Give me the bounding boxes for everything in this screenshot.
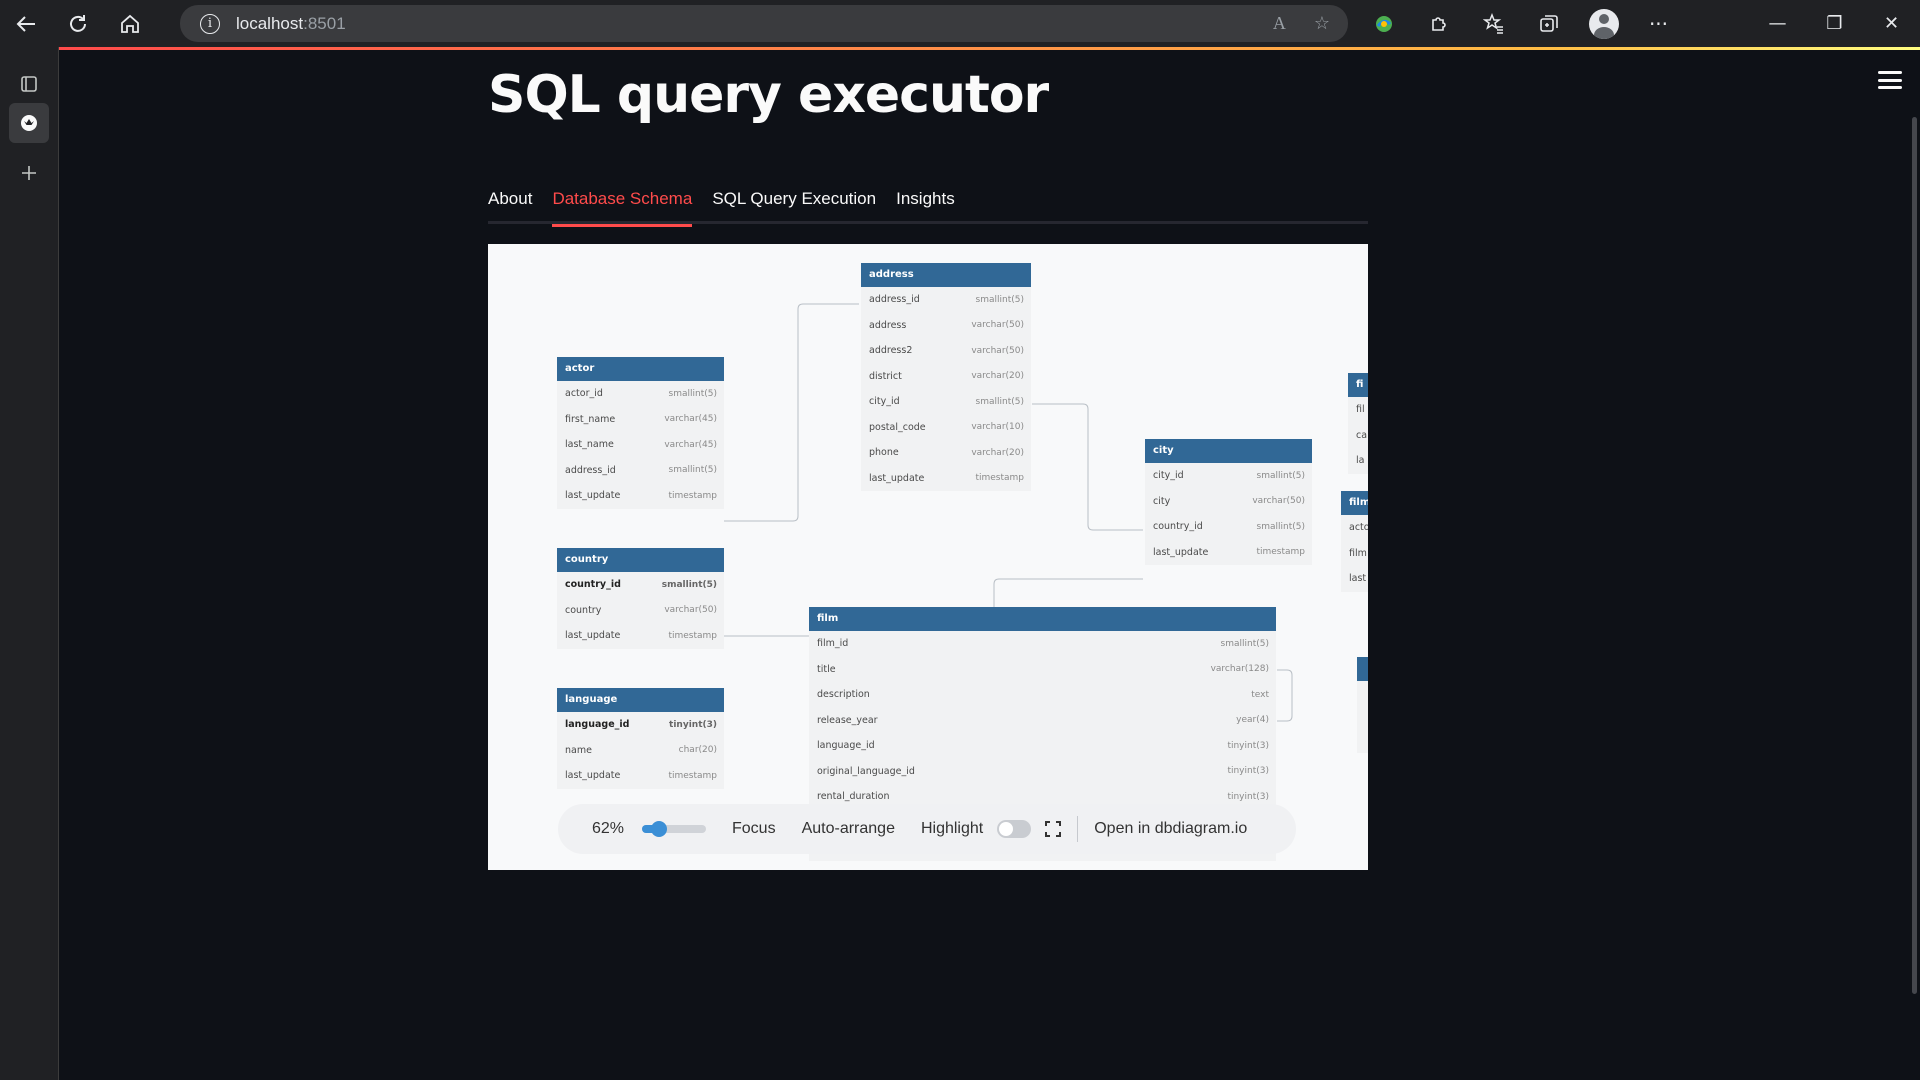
table-row: country_id smallint(5)	[565, 579, 717, 591]
refresh-icon[interactable]	[52, 0, 104, 47]
table-row: original_language_id tinyint(3)	[817, 765, 1269, 777]
zoom-level: 62%	[592, 820, 625, 837]
table-row: ca	[1356, 429, 1368, 441]
table-row: city_id smallint(5)	[869, 396, 1024, 408]
table-header: fi	[1348, 373, 1368, 397]
minimize-button[interactable]: —	[1749, 0, 1806, 47]
zoom-slider[interactable]	[642, 821, 706, 837]
extension-icon[interactable]	[1356, 0, 1411, 47]
table-row: address_id smallint(5)	[565, 464, 717, 476]
table-row: name char(20)	[565, 744, 717, 756]
table-row: last_update timestamp	[565, 630, 717, 642]
table-header: language	[557, 688, 724, 712]
table-row: postal_code varchar(10)	[869, 421, 1024, 433]
table-row: last_update timestamp	[565, 770, 717, 782]
table-header: film	[809, 607, 1276, 631]
table-clipped-middle[interactable]: film acto film last	[1341, 491, 1368, 592]
table-row: first_name varchar(45)	[565, 413, 717, 425]
table-row: title varchar(128)	[817, 663, 1269, 675]
highlight-toggle[interactable]	[997, 820, 1032, 838]
table-header: country	[557, 548, 724, 572]
table-header	[1357, 657, 1368, 681]
table-header: actor	[557, 357, 724, 381]
info-icon[interactable]: i	[200, 13, 220, 34]
table-row: country varchar(50)	[565, 604, 717, 616]
table-row: release_year year(4)	[817, 714, 1269, 726]
read-aloud-icon[interactable]: A	[1273, 13, 1286, 34]
add-favorite-icon[interactable]: ☆	[1314, 13, 1330, 34]
fullscreen-icon[interactable]	[1045, 821, 1062, 837]
diagram-controls: 62% Focus Auto-arrange Highlight Open in…	[558, 804, 1296, 854]
table-clipped-top[interactable]: fi fil ca la	[1348, 373, 1368, 474]
vertical-tab-rail	[0, 47, 59, 1080]
table-row: la	[1356, 455, 1365, 467]
puzzle-icon[interactable]	[1411, 0, 1466, 47]
table-row: address2 varchar(50)	[869, 345, 1024, 357]
table-row: film_id smallint(5)	[817, 638, 1269, 650]
table-row: acto	[1349, 522, 1368, 534]
table-row: last	[1349, 573, 1367, 585]
table-clipped-bottom[interactable]	[1357, 657, 1368, 753]
table-row: city varchar(50)	[1153, 495, 1305, 507]
table-row: description text	[817, 689, 1269, 701]
highlight-label: Highlight	[920, 820, 984, 837]
address-bar[interactable]: i localhost:8501 A ☆	[180, 5, 1348, 42]
collections-icon[interactable]	[1521, 0, 1576, 47]
table-row: last_update timestamp	[869, 472, 1024, 484]
table-address[interactable]: address address_id smallint(5) address var…	[861, 263, 1031, 491]
focus-button[interactable]: Focus	[732, 820, 776, 838]
home-icon[interactable]	[104, 0, 156, 47]
back-icon[interactable]	[0, 0, 52, 47]
favorites-icon[interactable]	[1466, 0, 1521, 47]
tab-bar: About Database Schema SQL Query Executio…	[488, 186, 1368, 227]
open-dbdiagram-link[interactable]: Open in dbdiagram.io	[1094, 820, 1247, 838]
table-header: film	[1341, 491, 1368, 515]
zoom-slider-knob[interactable]	[651, 821, 668, 837]
table-row: address_id smallint(5)	[869, 294, 1024, 306]
tab-about[interactable]: About	[488, 186, 532, 224]
table-row: last_name varchar(45)	[565, 439, 717, 451]
auto-arrange-button[interactable]: Auto-arrange	[802, 820, 895, 838]
browser-toolbar: i localhost:8501 A ☆ ··· — ❐ ✕	[0, 0, 1920, 47]
table-row: film	[1349, 547, 1367, 559]
divider	[1077, 816, 1079, 842]
schema-diagram[interactable]: address address_id smallint(5) address var…	[488, 244, 1368, 870]
url-text: localhost:8501	[236, 13, 346, 33]
table-city[interactable]: city city_id smallint(5) city varchar(50) …	[1145, 439, 1312, 565]
table-row: language_id tinyint(3)	[565, 719, 717, 731]
restore-button[interactable]: ❐	[1806, 0, 1863, 47]
table-language[interactable]: language language_id tinyint(3) name char(…	[557, 688, 724, 789]
table-row: address varchar(50)	[869, 319, 1024, 331]
table-row: country_id smallint(5)	[1153, 521, 1305, 533]
main-menu-icon[interactable]	[1878, 71, 1902, 89]
page-title: SQL query executor	[488, 65, 1049, 125]
table-row: last_update timestamp	[1153, 546, 1305, 558]
tab-insights[interactable]: Insights	[896, 186, 955, 224]
table-row: last_update timestamp	[565, 490, 717, 502]
table-header: city	[1145, 439, 1312, 463]
table-header: address	[861, 263, 1031, 287]
scrollbar[interactable]	[1912, 117, 1917, 994]
table-row: city_id smallint(5)	[1153, 470, 1305, 482]
table-row: language_id tinyint(3)	[817, 740, 1269, 752]
table-row: fil	[1356, 404, 1365, 416]
new-tab-icon[interactable]	[9, 153, 49, 193]
streamlit-tab-icon[interactable]	[9, 103, 49, 143]
table-row: district varchar(20)	[869, 370, 1024, 382]
tab-sql-query-execution[interactable]: SQL Query Execution	[712, 186, 876, 224]
tab-actions-icon[interactable]	[9, 64, 49, 104]
table-row: actor_id smallint(5)	[565, 388, 717, 400]
table-actor[interactable]: actor actor_id smallint(5) first_name varc…	[557, 357, 724, 509]
table-row: phone varchar(20)	[869, 447, 1024, 459]
tab-database-schema[interactable]: Database Schema	[552, 186, 692, 227]
profile-icon[interactable]	[1576, 0, 1631, 47]
close-button[interactable]: ✕	[1863, 0, 1920, 47]
more-icon[interactable]: ···	[1631, 0, 1686, 47]
table-country[interactable]: country country_id smallint(5) country var…	[557, 548, 724, 649]
